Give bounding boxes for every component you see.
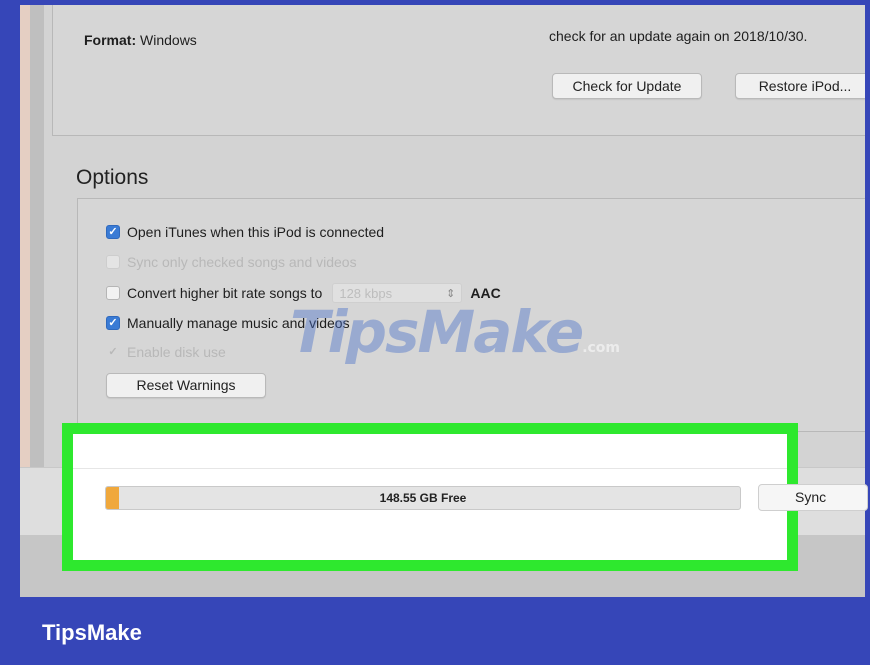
checkbox-unchecked-icon[interactable] (106, 286, 120, 300)
format-label: Format: (84, 32, 137, 48)
options-title: Options (76, 166, 149, 189)
summary-panel (52, 5, 865, 136)
option-label: Manually manage music and videos (127, 315, 350, 331)
stepper-arrows-icon: ⇕ (446, 287, 456, 300)
restore-ipod-button[interactable]: Restore iPod... (735, 73, 865, 99)
option-label: Sync only checked songs and videos (127, 254, 357, 270)
checkmark-icon: ✓ (108, 345, 118, 358)
format-aac-label: AAC (470, 285, 501, 301)
bitrate-value: 128 kbps (339, 285, 393, 301)
option-enable-disk-use: ✓ Enable disk use (106, 344, 226, 360)
option-open-itunes[interactable]: ✓ Open iTunes when this iPod is connecte… (106, 224, 384, 240)
checkbox-checked-icon[interactable]: ✓ (106, 316, 120, 330)
capacity-bar: 148.55 GB Free (105, 486, 741, 510)
option-sync-checked: Sync only checked songs and videos (106, 254, 357, 270)
option-label: Convert higher bit rate songs to (127, 285, 323, 301)
reset-warnings-button[interactable]: Reset Warnings (106, 373, 266, 398)
option-manually-manage[interactable]: ✓ Manually manage music and videos (106, 315, 350, 331)
sync-button[interactable]: Sync (758, 484, 868, 511)
divider (73, 468, 787, 469)
format-info: Format: Windows (84, 32, 197, 48)
option-label: Open iTunes when this iPod is connected (127, 224, 385, 240)
capacity-label: 148.55 GB Free (379, 491, 467, 505)
format-value: Windows (140, 32, 197, 48)
check-for-update-button[interactable]: Check for Update (552, 73, 702, 99)
option-label: Enable disk use (127, 344, 226, 360)
checkbox-checked-icon[interactable]: ✓ (106, 225, 120, 239)
update-note: check for an update again on 2018/10/30. (549, 28, 808, 44)
checkbox-disabled-icon (106, 255, 120, 269)
brand-label: TipsMake (42, 620, 142, 645)
bitrate-select[interactable]: 128 kbps ⇕ (332, 283, 463, 303)
option-convert-bitrate[interactable]: Convert higher bit rate songs to 128 kbp… (106, 283, 501, 303)
